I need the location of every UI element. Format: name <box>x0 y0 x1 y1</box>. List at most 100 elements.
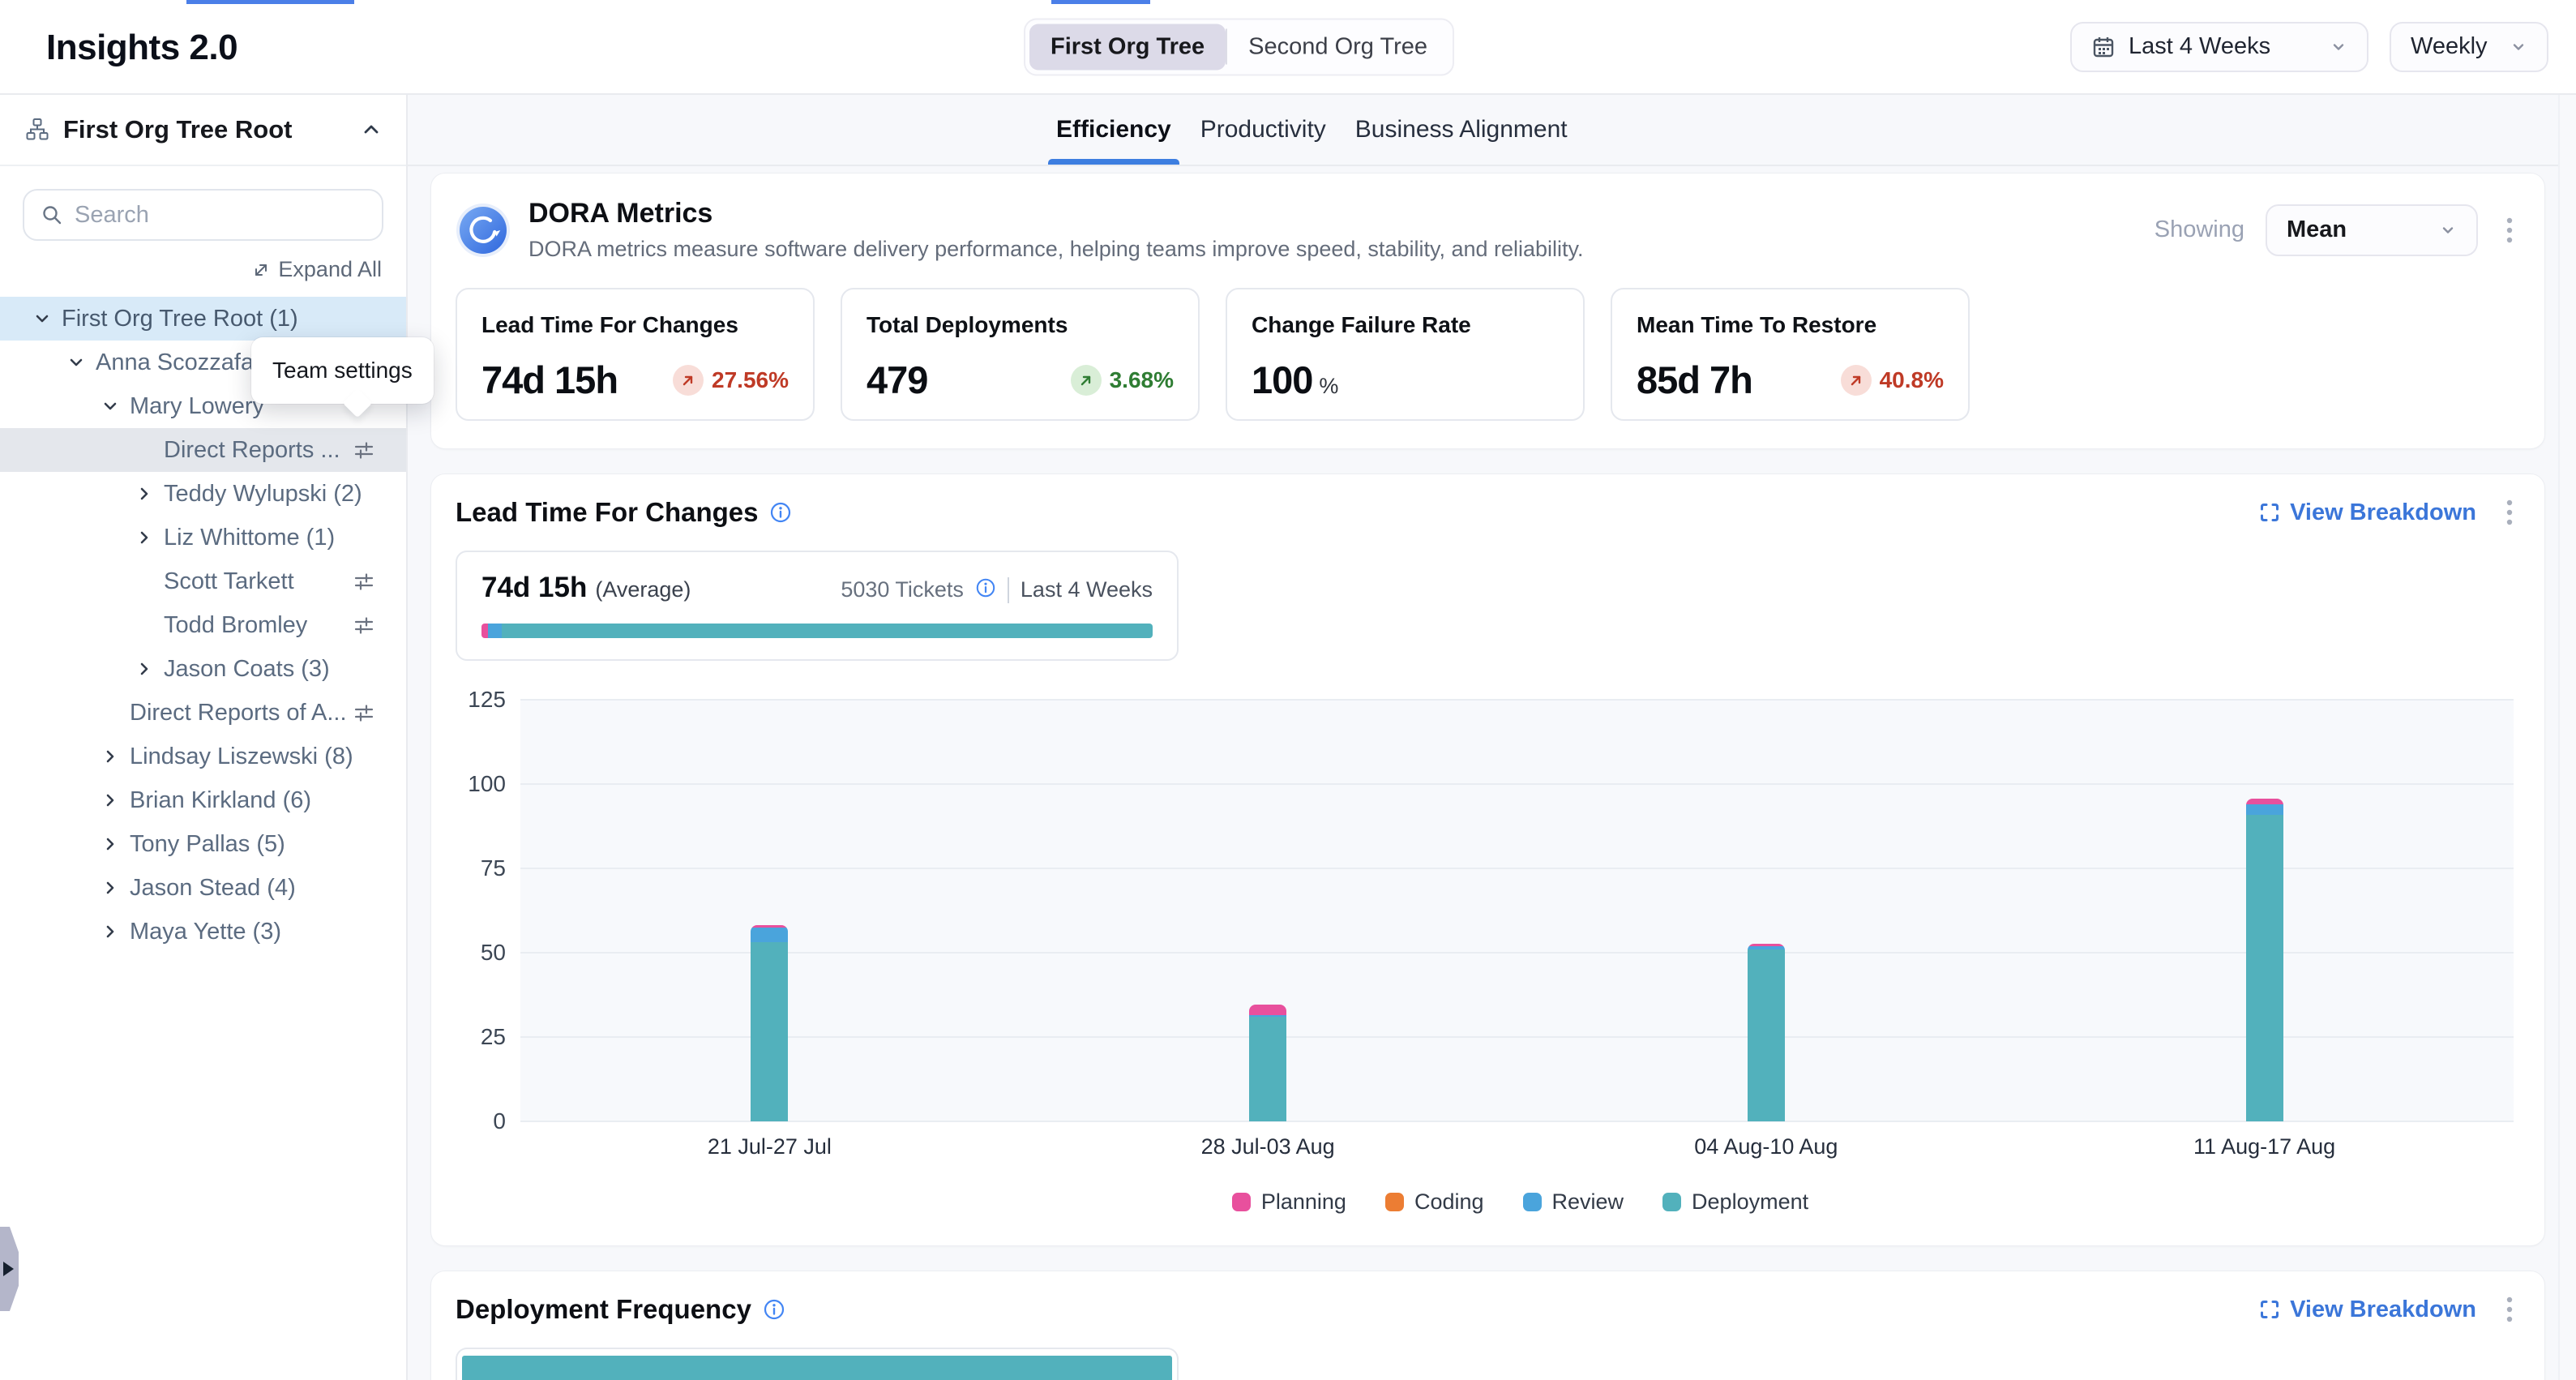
tree-item[interactable]: Jason Stead (4) <box>0 866 406 910</box>
chevron-down-icon[interactable] <box>101 396 130 416</box>
period-select[interactable]: Last 4 Weeks <box>2070 22 2368 72</box>
tree-item[interactable]: Direct Reports of A... <box>0 691 406 735</box>
trend-badge: 40.8% <box>1841 365 1944 396</box>
legend-item-review[interactable]: Review <box>1523 1189 1624 1215</box>
kebab-menu-icon[interactable] <box>2499 495 2520 529</box>
chevron-right-icon[interactable] <box>135 528 164 547</box>
tree-item-label: Brian Kirkland (6) <box>130 787 311 814</box>
bar-21 Jul-27 Jul[interactable] <box>751 925 788 1122</box>
team-settings-icon[interactable] <box>353 614 375 636</box>
summary-period: Last 4 Weeks <box>1021 577 1153 602</box>
chevron-right-icon[interactable] <box>135 659 164 679</box>
trend-badge: 27.56% <box>673 365 789 396</box>
chevron-right-icon[interactable] <box>101 747 130 766</box>
bar-04 Aug-10 Aug[interactable] <box>1748 944 1785 1121</box>
tree-item[interactable]: Brian Kirkland (6) <box>0 778 406 822</box>
lead-time-panel: Lead Time For Changes View Breakdown <box>430 474 2545 1246</box>
tab-efficiency[interactable]: Efficiency <box>1056 95 1171 165</box>
sidebar: First Org Tree Root Expand All First Org <box>0 95 408 1380</box>
legend-item-planning[interactable]: Planning <box>1232 1189 1346 1215</box>
calendar-icon <box>2091 35 2116 59</box>
chevron-right-icon[interactable] <box>101 922 130 941</box>
tree-item[interactable]: Tony Pallas (5) <box>0 822 406 866</box>
tab-business-alignment[interactable]: Business Alignment <box>1355 95 1568 165</box>
chevron-down-icon <box>2439 221 2457 239</box>
chevron-up-icon[interactable] <box>361 119 382 140</box>
search-box <box>23 189 383 241</box>
info-icon[interactable] <box>763 1298 785 1321</box>
tree-item[interactable]: Maya Yette (3) <box>0 910 406 954</box>
x-axis-tick-label: 04 Aug-10 Aug <box>1694 1134 1838 1159</box>
bar-segment <box>2246 815 2283 1122</box>
tree-item-label: First Org Tree Root (1) <box>62 306 298 332</box>
divider <box>1008 577 1009 603</box>
legend-item-deployment[interactable]: Deployment <box>1662 1189 1808 1215</box>
tree-item-label: Lindsay Liszewski (8) <box>130 744 353 770</box>
insights-dashboard: Insights 2.0 First Org Tree Second Org T… <box>0 0 2576 1380</box>
tree-item[interactable]: Lindsay Liszewski (8) <box>0 735 406 778</box>
aggregation-select[interactable]: Mean <box>2266 204 2478 256</box>
tree-item[interactable]: Todd Bromley <box>0 603 406 647</box>
metric-card-title: Total Deployments <box>867 312 1174 338</box>
view-breakdown-button[interactable]: View Breakdown <box>2259 499 2476 526</box>
org-toggle-first[interactable]: First Org Tree <box>1029 24 1226 70</box>
legend-item-coding[interactable]: Coding <box>1385 1189 1484 1215</box>
trend-delta: 3.68% <box>1110 367 1174 393</box>
team-settings-icon[interactable] <box>353 570 375 593</box>
trend-up-icon <box>1841 365 1872 396</box>
metric-card: Change Failure Rate100% <box>1226 288 1585 421</box>
bar-segment <box>1748 949 1785 1121</box>
y-axis-tick-label: 50 <box>456 940 506 966</box>
gridline <box>520 1036 2514 1038</box>
metric-card-title: Lead Time For Changes <box>481 312 789 338</box>
tree-item[interactable]: Teddy Wylupski (2) <box>0 472 406 516</box>
legend-label: Deployment <box>1692 1189 1808 1215</box>
loading-bar-segment <box>186 0 354 4</box>
granularity-select[interactable]: Weekly <box>2390 22 2548 72</box>
expand-arrow-icon <box>3 1262 14 1276</box>
top-bar: Insights 2.0 First Org Tree Second Org T… <box>0 0 2576 95</box>
tab-productivity[interactable]: Productivity <box>1200 95 1326 165</box>
org-toggle-second[interactable]: Second Org Tree <box>1227 24 1448 70</box>
expand-all-button[interactable]: Expand All <box>251 257 382 282</box>
metric-card: Mean Time To Restore85d 7h40.8% <box>1611 288 1970 421</box>
chevron-right-icon[interactable] <box>101 791 130 810</box>
team-settings-icon[interactable] <box>353 439 375 461</box>
chevron-down-icon[interactable] <box>32 309 62 328</box>
bar-11 Aug-17 Aug[interactable] <box>2246 799 2283 1122</box>
gridline <box>520 952 2514 954</box>
info-icon[interactable] <box>769 501 792 524</box>
bar-28 Jul-03 Aug[interactable] <box>1249 1005 1286 1121</box>
tree-item[interactable]: Direct Reports ... <box>0 428 406 472</box>
tooltip-text: Team settings <box>272 358 413 384</box>
bar-segment <box>2246 804 2283 815</box>
chart-legend: Planning Coding Review Deployment <box>520 1189 2520 1215</box>
lead-time-summary-card: 74d 15h (Average) 5030 Tickets Last 4 We… <box>456 551 1179 661</box>
kebab-menu-icon[interactable] <box>2499 1292 2520 1326</box>
expand-all-icon <box>251 260 271 280</box>
search-icon <box>41 204 63 226</box>
scrollbar[interactable] <box>2558 95 2576 1380</box>
tree-item[interactable]: Jason Coats (3) <box>0 647 406 691</box>
tree-item[interactable]: Liz Whittome (1) <box>0 516 406 559</box>
deployment-frequency-partial-bar <box>462 1356 1172 1380</box>
metric-card-value: 74d 15h <box>481 358 618 402</box>
chevron-right-icon[interactable] <box>101 878 130 898</box>
team-settings-icon[interactable] <box>353 701 375 724</box>
chevron-down-icon[interactable] <box>66 353 96 372</box>
org-tree-icon <box>24 117 50 143</box>
expand-breakdown-icon <box>2259 1299 2280 1320</box>
chevron-right-icon[interactable] <box>135 484 164 504</box>
kebab-menu-icon[interactable] <box>2499 213 2520 247</box>
dora-cycle-icon <box>456 203 511 258</box>
metric-card-value: 479 <box>867 358 927 402</box>
metric-card-value: 85d 7h <box>1637 358 1752 402</box>
gridline <box>520 699 2514 701</box>
deployment-frequency-panel: Deployment Frequency View Breakdown <box>430 1271 2545 1380</box>
chevron-right-icon[interactable] <box>101 834 130 854</box>
search-input[interactable] <box>75 202 380 229</box>
view-breakdown-button[interactable]: View Breakdown <box>2259 1296 2476 1323</box>
tree-item[interactable]: First Org Tree Root (1) <box>0 297 406 341</box>
info-icon[interactable] <box>975 577 996 602</box>
tree-item[interactable]: Scott Tarkett <box>0 559 406 603</box>
